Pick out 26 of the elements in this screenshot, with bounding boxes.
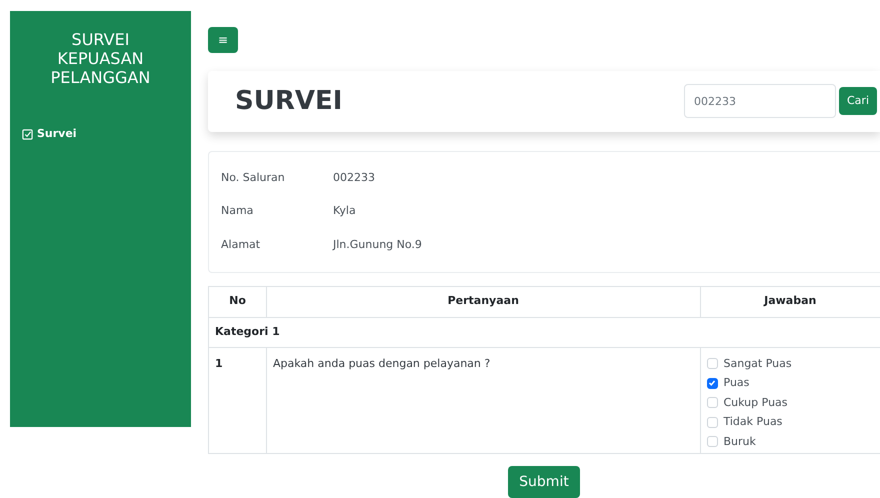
column-header: Pertanyaan	[266, 286, 700, 317]
answer-option[interactable]: Sangat Puas	[706, 356, 874, 372]
column-header: No	[208, 286, 266, 317]
page-title: SURVEI	[235, 84, 344, 118]
checkbox-icon	[22, 128, 33, 140]
search-button[interactable]: Cari	[839, 87, 877, 116]
info-label: No. Saluran	[221, 170, 286, 186]
answer-option[interactable]: Cukup Puas	[706, 394, 874, 411]
info-label: Nama	[221, 203, 254, 220]
question-cell: Apakah anda puas dengan pelayanan ?	[266, 347, 700, 454]
number-cell: 1	[208, 347, 266, 454]
answer-option[interactable]: Puas	[706, 375, 874, 392]
sidebar-title: SURVEI KEPUASAN PELANGGAN	[50, 30, 152, 87]
answer-option[interactable]: Tidak Puas	[706, 414, 874, 430]
sidebar-item[interactable]: Survei	[22, 126, 179, 142]
info-value: Kyla	[333, 203, 356, 220]
submit-button[interactable]: Submit	[508, 466, 580, 498]
menu-button[interactable]: ≡	[208, 27, 238, 54]
category-cell: Kategori 1	[208, 317, 880, 347]
answer-option[interactable]: Buruk	[706, 434, 874, 450]
info-label: Alamat	[221, 236, 262, 253]
checkbox[interactable]	[706, 378, 718, 389]
column-header: Jawaban	[700, 286, 880, 317]
info-value: 002233	[333, 170, 375, 186]
search-field[interactable]: 002233	[684, 84, 836, 118]
info-value: Jln.Gunung No.9	[333, 236, 422, 253]
